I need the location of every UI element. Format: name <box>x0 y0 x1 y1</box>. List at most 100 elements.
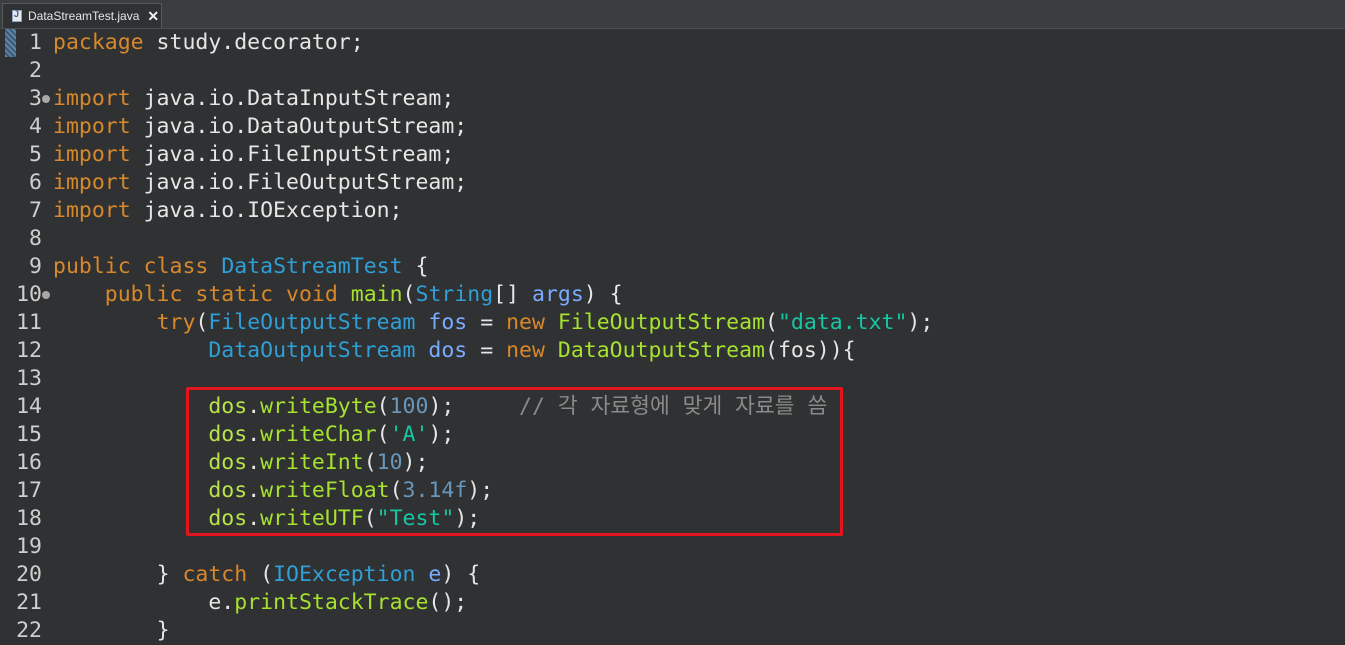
line-number: 21 <box>16 590 42 615</box>
code-line[interactable]: 22 } <box>0 617 1345 645</box>
code-line[interactable]: 18 dos.writeUTF("Test"); <box>0 505 1345 533</box>
line-number: 12 <box>16 338 42 363</box>
code-line[interactable]: 5 import java.io.FileInputStream; <box>0 141 1345 169</box>
line-number: 7 <box>29 198 42 223</box>
code-line[interactable]: 20 } catch (IOException e) { <box>0 561 1345 589</box>
code-token: = <box>467 338 507 363</box>
code-token: ); <box>467 478 494 503</box>
code-line[interactable]: 16 dos.writeInt(10); <box>0 449 1345 477</box>
code-token: 3.14f <box>402 478 468 503</box>
code-token: import <box>53 114 131 139</box>
fold-toggle-icon[interactable] <box>42 291 50 299</box>
code-token: "Test" <box>376 506 455 531</box>
code-token: args <box>532 282 584 307</box>
code-line[interactable]: 7 import java.io.IOException; <box>0 197 1345 225</box>
line-number: 16 <box>16 450 42 475</box>
code-line[interactable]: 21 e.printStackTrace(); <box>0 589 1345 617</box>
code-line[interactable]: 1 package study.decorator; <box>0 29 1345 57</box>
line-number: 18 <box>16 506 42 531</box>
code-token: [] <box>493 282 533 307</box>
code-token: void <box>286 282 338 307</box>
code-token: ) { <box>441 562 481 587</box>
code-line[interactable]: 9 public class DataStreamTest { <box>0 253 1345 281</box>
code-token: new <box>506 338 545 363</box>
code-token: "data.txt" <box>777 310 908 335</box>
line-number: 11 <box>16 310 42 335</box>
line-number: 4 <box>29 114 42 139</box>
code-text: import java.io.FileOutputStream; <box>53 169 467 197</box>
code-line[interactable]: 4 import java.io.DataOutputStream; <box>0 113 1345 141</box>
code-line[interactable]: 2 <box>0 57 1345 85</box>
code-token: dos <box>208 450 248 475</box>
code-text: e.printStackTrace(); <box>53 589 467 617</box>
code-token: dos <box>208 506 248 531</box>
code-text: package study.decorator; <box>53 29 364 57</box>
code-line[interactable]: 6 import java.io.FileOutputStream; <box>0 169 1345 197</box>
code-line[interactable]: 3 import java.io.DataInputStream; <box>0 85 1345 113</box>
code-token: ( <box>363 450 377 475</box>
code-text: dos.writeFloat(3.14f); <box>53 477 493 505</box>
code-token: study.decorator; <box>143 30 364 55</box>
code-line[interactable]: 8 <box>0 225 1345 253</box>
fold-toggle-icon[interactable] <box>42 95 50 103</box>
code-token: } <box>156 618 170 643</box>
tab-datastreamtest-java[interactable]: DataStreamTest.java ✕ <box>2 3 162 28</box>
code-line[interactable]: 12 DataOutputStream dos = new DataOutput… <box>0 337 1345 365</box>
code-line[interactable]: 10 public static void main(String[] args… <box>0 281 1345 309</box>
code-line[interactable]: 17 dos.writeFloat(3.14f); <box>0 477 1345 505</box>
code-line[interactable]: 15 dos.writeChar('A'); <box>0 421 1345 449</box>
code-text: public class DataStreamTest { <box>53 253 428 281</box>
code-text: dos.writeChar('A'); <box>53 421 454 449</box>
code-token: java.io.DataOutputStream; <box>130 114 468 139</box>
line-number: 6 <box>29 170 42 195</box>
code-line[interactable]: 14 dos.writeByte(100); // 각 자료형에 맞게 자료를 … <box>0 393 1345 421</box>
code-text: public static void main(String[] args) { <box>53 281 623 309</box>
code-token: FileOutputStream <box>557 310 766 335</box>
code-token: catch <box>182 562 248 587</box>
code-token: 10 <box>376 450 403 475</box>
code-token: writeByte <box>260 394 377 419</box>
code-token: . <box>247 394 261 419</box>
code-token: IOException <box>273 562 416 587</box>
code-text: } catch (IOException e) { <box>53 561 481 589</box>
code-line[interactable]: 19 <box>0 533 1345 561</box>
code-token: FileOutputStream <box>208 310 416 335</box>
code-token: public <box>104 282 183 307</box>
code-token: e <box>428 562 442 587</box>
code-token: import <box>53 86 131 111</box>
code-token: e. <box>208 590 235 615</box>
code-token: . <box>247 478 261 503</box>
code-text: import java.io.DataInputStream; <box>53 85 454 113</box>
code-token: . <box>247 422 261 447</box>
line-number: 5 <box>29 142 42 167</box>
code-line[interactable]: 11 try(FileOutputStream fos = new FileOu… <box>0 309 1345 337</box>
code-text: dos.writeUTF("Test"); <box>53 505 480 533</box>
code-token: ( <box>363 506 377 531</box>
code-token: writeUTF <box>260 506 364 531</box>
code-token: import <box>53 198 131 223</box>
code-token: ) { <box>583 282 623 307</box>
close-icon[interactable]: ✕ <box>147 8 159 25</box>
code-token: try <box>156 310 196 335</box>
code-token: writeFloat <box>260 478 390 503</box>
code-token: ); <box>428 422 455 447</box>
code-line[interactable]: 13 <box>0 365 1345 393</box>
code-text: try(FileOutputStream fos = new FileOutpu… <box>53 309 934 337</box>
code-token: writeInt <box>260 450 364 475</box>
code-token: DataOutputStream <box>557 338 765 363</box>
code-token: DataOutputStream <box>208 338 416 363</box>
code-editor[interactable]: 1 package study.decorator; 2 3 import java.i… <box>0 29 1345 643</box>
code-token: DataStreamTest <box>221 254 403 279</box>
code-token: (fos)){ <box>765 338 856 363</box>
code-token: class <box>143 254 209 279</box>
